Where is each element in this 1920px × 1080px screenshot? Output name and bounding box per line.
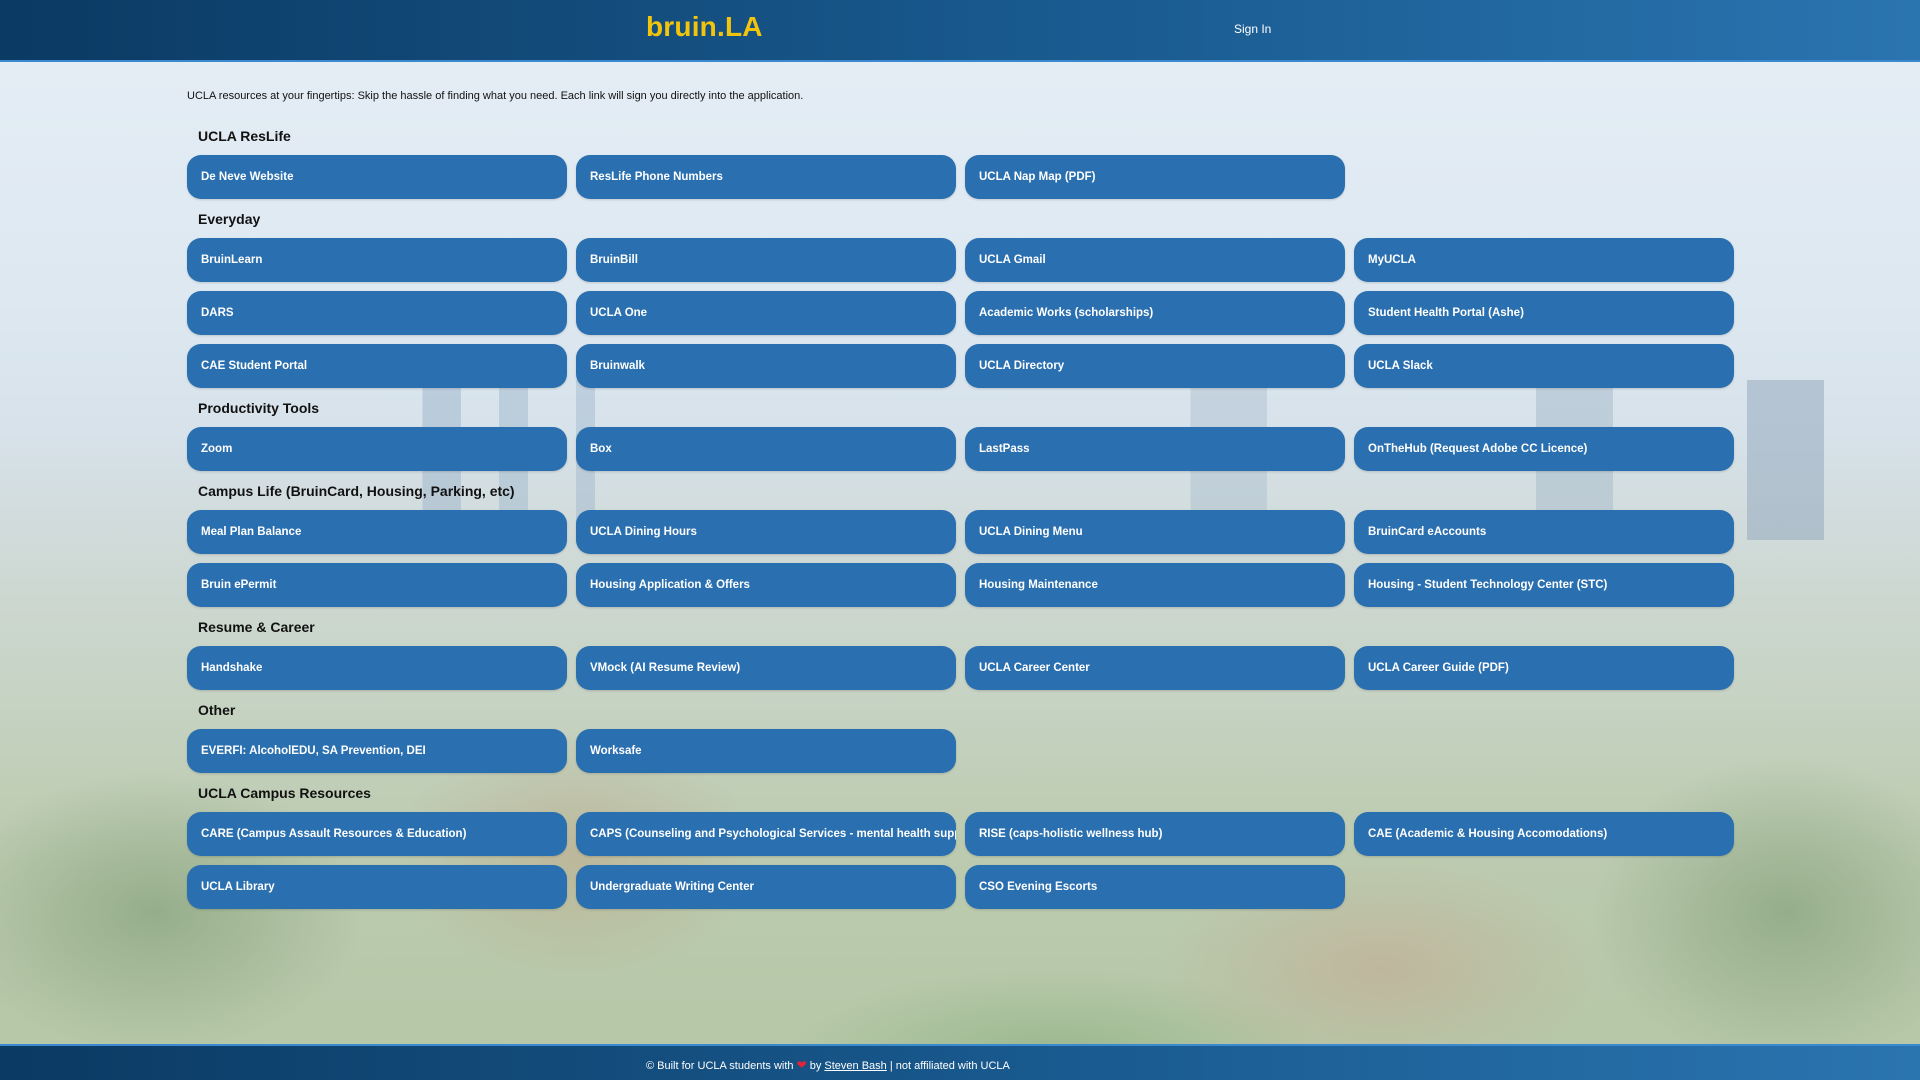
section-title: Productivity Tools bbox=[198, 400, 320, 416]
resource-link-button[interactable]: Housing - Student Technology Center (STC… bbox=[1354, 563, 1734, 607]
resource-link-button[interactable]: RISE (caps-holistic wellness hub) bbox=[965, 812, 1345, 856]
section-title: Resume & Career bbox=[198, 619, 315, 635]
resource-link-button[interactable]: UCLA Slack bbox=[1354, 344, 1734, 388]
resource-link-button[interactable]: CSO Evening Escorts bbox=[965, 865, 1345, 909]
resource-link-button[interactable]: BruinCard eAccounts bbox=[1354, 510, 1734, 554]
footer-prefix: © Built for UCLA students with bbox=[646, 1060, 794, 1072]
footer-suffix: | not affiliated with UCLA bbox=[889, 1060, 1010, 1072]
resource-link-button[interactable]: UCLA Career Center bbox=[965, 646, 1345, 690]
resource-link-button[interactable]: Worksafe bbox=[576, 729, 956, 773]
resource-link-button[interactable]: UCLA One bbox=[576, 291, 956, 335]
resource-link-button[interactable]: UCLA Career Guide (PDF) bbox=[1354, 646, 1734, 690]
resource-link-button[interactable]: UCLA Dining Menu bbox=[965, 510, 1345, 554]
resource-link-button[interactable]: MyUCLA bbox=[1354, 238, 1734, 282]
resource-link-button[interactable]: VMock (AI Resume Review) bbox=[576, 646, 956, 690]
resource-link-button[interactable]: OnTheHub (Request Adobe CC Licence) bbox=[1354, 427, 1734, 471]
resource-link-button[interactable]: Student Health Portal (Ashe) bbox=[1354, 291, 1734, 335]
resource-link-button[interactable]: ResLife Phone Numbers bbox=[576, 155, 956, 199]
resource-link-button[interactable]: CAE Student Portal bbox=[187, 344, 567, 388]
resource-link-button[interactable]: UCLA Dining Hours bbox=[576, 510, 956, 554]
resource-link-button[interactable]: EVERFI: AlcoholEDU, SA Prevention, DEI bbox=[187, 729, 567, 773]
site-logo[interactable]: bruin.LA bbox=[646, 11, 763, 43]
section-title: Everyday bbox=[198, 211, 261, 227]
footer: © Built for UCLA students with ❤ by Stev… bbox=[0, 1044, 1920, 1080]
section-title: Other bbox=[198, 702, 236, 718]
resource-link-button[interactable]: Meal Plan Balance bbox=[187, 510, 567, 554]
footer-by: by bbox=[809, 1060, 822, 1072]
section-title: Campus Life (BruinCard, Housing, Parking… bbox=[198, 483, 515, 499]
resource-link-button[interactable]: De Neve Website bbox=[187, 155, 567, 199]
sign-in-link[interactable]: Sign In bbox=[1234, 22, 1271, 36]
resource-link-button[interactable]: DARS bbox=[187, 291, 567, 335]
resource-link-button[interactable]: Academic Works (scholarships) bbox=[965, 291, 1345, 335]
resource-link-button[interactable]: UCLA Library bbox=[187, 865, 567, 909]
resource-link-button[interactable]: BruinBill bbox=[576, 238, 956, 282]
author-link[interactable]: Steven Bash bbox=[824, 1060, 886, 1072]
resource-link-button[interactable]: BruinLearn bbox=[187, 238, 567, 282]
resource-link-button[interactable]: UCLA Nap Map (PDF) bbox=[965, 155, 1345, 199]
resource-link-button[interactable]: Housing Maintenance bbox=[965, 563, 1345, 607]
resource-link-button[interactable]: Zoom bbox=[187, 427, 567, 471]
top-navbar: bruin.LA Sign In bbox=[0, 0, 1920, 62]
resource-link-button[interactable]: Bruin ePermit bbox=[187, 563, 567, 607]
resource-link-button[interactable]: LastPass bbox=[965, 427, 1345, 471]
resource-link-button[interactable]: CARE (Campus Assault Resources & Educati… bbox=[187, 812, 567, 856]
resource-link-button[interactable]: Handshake bbox=[187, 646, 567, 690]
footer-credit: © Built for UCLA students with ❤ by Stev… bbox=[646, 1058, 1010, 1072]
resource-link-button[interactable]: UCLA Gmail bbox=[965, 238, 1345, 282]
resource-link-button[interactable]: CAPS (Counseling and Psychological Servi… bbox=[576, 812, 956, 856]
section-title: UCLA ResLife bbox=[198, 128, 291, 144]
resource-link-button[interactable]: Undergraduate Writing Center bbox=[576, 865, 956, 909]
intro-text: UCLA resources at your fingertips: Skip … bbox=[187, 90, 804, 102]
heart-icon: ❤ bbox=[796, 1058, 807, 1072]
main-content: UCLA resources at your fingertips: Skip … bbox=[0, 0, 1920, 1078]
resource-link-button[interactable]: CAE (Academic & Housing Accomodations) bbox=[1354, 812, 1734, 856]
resource-link-button[interactable]: Box bbox=[576, 427, 956, 471]
resource-link-button[interactable]: Bruinwalk bbox=[576, 344, 956, 388]
resource-link-button[interactable]: Housing Application & Offers bbox=[576, 563, 956, 607]
section-title: UCLA Campus Resources bbox=[198, 785, 371, 801]
resource-link-button[interactable]: UCLA Directory bbox=[965, 344, 1345, 388]
